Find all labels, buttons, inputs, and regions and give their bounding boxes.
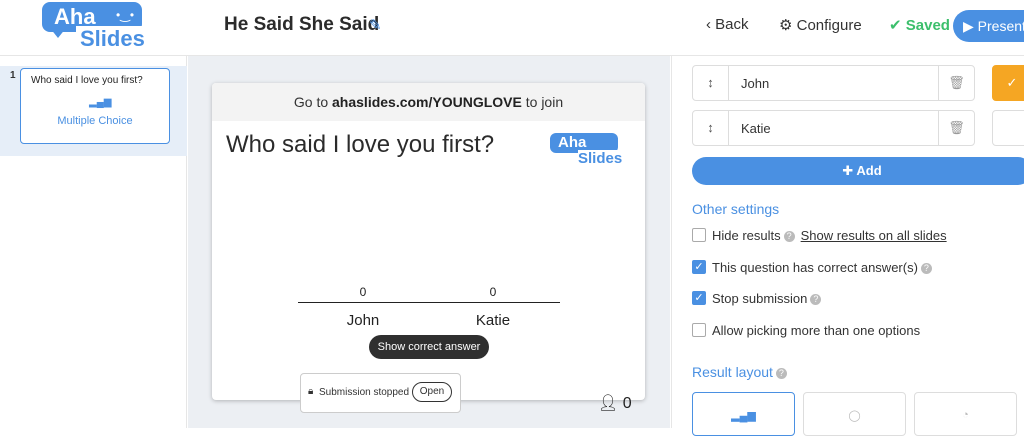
chart-baseline <box>298 302 560 303</box>
slide-number: 1 <box>10 70 16 81</box>
drag-handle-icon[interactable]: ↕ <box>693 66 729 100</box>
slide-canvas: Go to ahaslides.com/YOUNGLOVE to join Wh… <box>188 56 670 428</box>
slide-question: Who said I love you first? <box>226 131 495 158</box>
slide-logo-bottom: Slides <box>578 150 632 168</box>
present-button[interactable]: ▶ Present <box>953 10 1024 42</box>
slide-thumbnail-question: Who said I love you first? <box>31 75 143 86</box>
bar-chart-icon: ▂▄▆ <box>89 97 112 108</box>
allow-multiple-checkbox[interactable] <box>692 323 706 337</box>
stop-submission-checkbox[interactable]: ✓ <box>692 291 706 305</box>
lock-icon: 🔒︎ <box>308 386 314 397</box>
check-circle-icon: ✔ <box>889 17 906 34</box>
pie-chart-icon: ◔ <box>962 409 969 421</box>
help-icon[interactable]: ? <box>810 294 822 306</box>
bar-value-label: 0 <box>489 285 497 299</box>
header: Aha •‿• Slides He Said She Said ✎ ‹ Back… <box>0 0 1024 56</box>
help-icon[interactable]: ? <box>920 263 932 275</box>
present-label: Present <box>977 18 1024 34</box>
has-correct-answer-checkbox[interactable]: ✓ <box>692 260 706 274</box>
submission-text: Submission stopped <box>319 387 410 398</box>
layout-pie-option[interactable]: ◔ <box>914 392 1017 436</box>
open-submission-button[interactable]: Open <box>412 382 452 402</box>
option-row: ↕ John 🗑︎ <box>692 65 975 101</box>
correct-answer-toggle[interactable] <box>992 110 1024 146</box>
other-settings-title: Other settings <box>692 201 780 217</box>
presentation-title[interactable]: He Said She Said <box>224 14 379 36</box>
chevron-left-icon: ‹ <box>706 16 716 33</box>
stop-submission-label: Stop submission <box>712 291 808 306</box>
settings-panel: ↕ John 🗑︎ ✓ ↕ Katie 🗑︎ ✚ Add Other setti… <box>671 56 1024 436</box>
back-button[interactable]: ‹ Back <box>706 16 749 33</box>
plus-icon: ✚ <box>842 163 857 178</box>
option-input[interactable]: Katie <box>741 121 771 136</box>
show-correct-answer-button[interactable]: Show correct answer <box>369 335 489 359</box>
drag-handle-icon[interactable]: ↕ <box>693 111 729 145</box>
configure-label: Configure <box>796 17 862 34</box>
play-icon: ▶ <box>963 18 978 34</box>
layout-donut-option[interactable]: ◯ <box>803 392 906 436</box>
add-label: Add <box>856 163 882 178</box>
trash-icon[interactable]: 🗑︎ <box>938 111 974 145</box>
has-correct-answer-label: This question has correct answer(s) <box>712 260 918 275</box>
saved-status: ✔ Saved <box>889 16 950 34</box>
join-instructions: Go to ahaslides.com/YOUNGLOVE to join <box>212 83 645 121</box>
slide-thumbnail-card[interactable]: Who said I love you first? ▂▄▆ Multiple … <box>20 68 170 144</box>
pencil-icon[interactable]: ✎ <box>369 16 382 34</box>
result-layout-label: Result layout <box>692 364 773 380</box>
correct-answer-toggle[interactable]: ✓ <box>992 65 1024 101</box>
option-row: ↕ Katie 🗑︎ <box>692 110 975 146</box>
add-option-button[interactable]: ✚ Add <box>692 157 1024 185</box>
category-label: Katie <box>475 312 511 329</box>
help-icon[interactable]: ? <box>783 231 795 243</box>
join-url: ahaslides.com/YOUNGLOVE <box>332 94 522 110</box>
back-label: Back <box>715 16 749 33</box>
hide-results-label: Hide results <box>712 228 781 243</box>
join-suffix: to join <box>521 94 564 110</box>
response-count: 👤︎ 0 <box>598 393 632 413</box>
show-results-all-slides-link[interactable]: Show results on all slides <box>801 228 947 243</box>
slide-logo: Aha Slides <box>550 133 632 169</box>
user-icon: 👤︎ <box>598 395 623 412</box>
donut-chart-icon: ◯ <box>848 410 861 422</box>
slide-thumbnail-type: Multiple Choice <box>57 115 133 127</box>
bar-chart-icon: ▂▄▆ <box>731 410 756 422</box>
join-prefix: Go to <box>293 94 333 110</box>
logo-bottom-text: Slides <box>76 26 160 52</box>
result-layout-title: Result layout? <box>692 364 787 380</box>
response-count-value: 0 <box>622 395 632 412</box>
help-icon[interactable]: ? <box>775 367 787 379</box>
configure-button[interactable]: ⚙ Configure <box>779 16 862 34</box>
option-input[interactable]: John <box>741 76 769 91</box>
allow-multiple-label: Allow picking more than one options <box>712 323 921 338</box>
slides-panel: 1 Who said I love you first? ▂▄▆ Multipl… <box>0 56 187 428</box>
smile-icon: •‿• <box>116 8 135 22</box>
category-label: John <box>346 312 380 329</box>
logo-bubble-tail <box>50 28 66 38</box>
gear-icon: ⚙ <box>779 17 797 34</box>
trash-icon[interactable]: 🗑︎ <box>938 66 974 100</box>
submission-status: 🔒︎ Submission stopped Open <box>300 373 461 413</box>
hide-results-checkbox[interactable] <box>692 228 706 242</box>
saved-label: Saved <box>905 17 950 34</box>
layout-bar-option[interactable]: ▂▄▆ <box>692 392 795 436</box>
bar-value-label: 0 <box>359 285 367 299</box>
slide-preview: Go to ahaslides.com/YOUNGLOVE to join Wh… <box>212 83 645 413</box>
ahaslides-logo[interactable]: Aha •‿• Slides <box>36 2 160 54</box>
slide-thumbnail[interactable]: 1 Who said I love you first? ▂▄▆ Multipl… <box>0 66 187 156</box>
